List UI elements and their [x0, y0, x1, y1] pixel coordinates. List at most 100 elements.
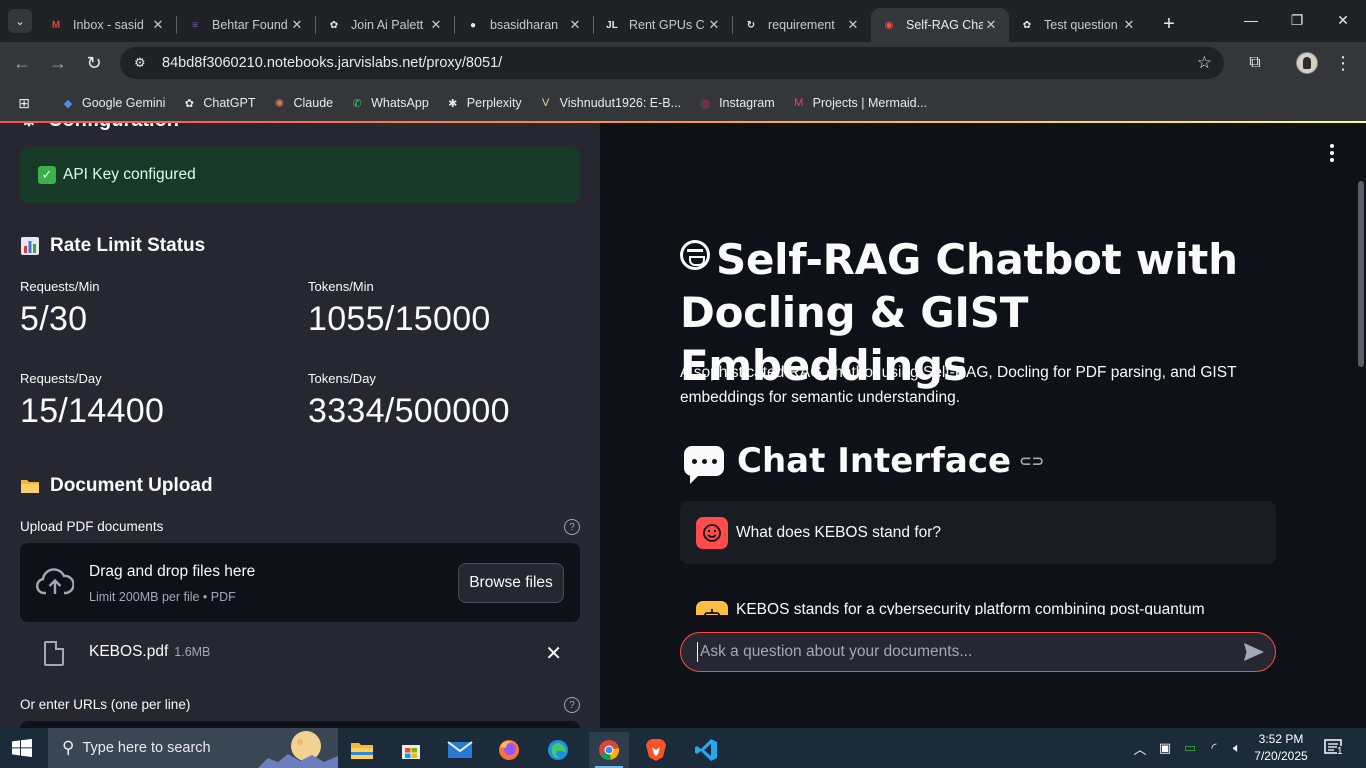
main-content: Self-RAG Chatbot with Docling & GIST Emb…	[600, 123, 1366, 728]
address-bar[interactable]: ⚙ 84bd8f3060210.notebooks.jarvislabs.net…	[120, 47, 1224, 79]
folder-icon	[20, 476, 40, 496]
metric-value: 1055/15000	[308, 300, 491, 338]
tab-close-icon[interactable]: ✕	[150, 17, 166, 33]
browser-tab[interactable]: ≡ Behtar Found ✕	[177, 8, 315, 42]
minimize-button[interactable]: —	[1228, 0, 1274, 40]
bookmark-label: Perplexity	[466, 96, 522, 110]
apps-grid-icon[interactable]: ⊞	[16, 95, 38, 111]
reload-icon[interactable]: ↻	[76, 45, 112, 81]
url-textarea[interactable]	[20, 721, 580, 728]
mail-icon[interactable]	[440, 732, 480, 768]
windows-start-icon[interactable]	[12, 739, 32, 757]
file-explorer-icon[interactable]	[342, 732, 382, 768]
mermaid-icon: M	[794, 97, 804, 109]
notification-center-icon[interactable]: 1	[1322, 728, 1346, 768]
browser-tab[interactable]: ✿ Test question ✕	[1009, 8, 1147, 42]
file-dropzone[interactable]: Drag and drop files here Limit 200MB per…	[20, 543, 580, 622]
taskbar-search-box[interactable]: ⚲ Type here to search	[48, 728, 338, 768]
close-window-button[interactable]: ✕	[1320, 0, 1366, 40]
browser-menu-icon[interactable]: ⋮	[1325, 42, 1361, 84]
chrome-icon[interactable]	[589, 732, 629, 768]
user-message-text: What does KEBOS stand for?	[736, 523, 942, 541]
bookmark-item[interactable]: ✱ Perplexity	[445, 95, 522, 111]
new-tab-button[interactable]: +	[1155, 10, 1183, 38]
extensions-icon[interactable]: ⧉	[1237, 42, 1273, 84]
profile-avatar[interactable]	[1289, 42, 1325, 84]
system-clock[interactable]: 3:52 PM 7/20/2025	[1246, 731, 1316, 765]
tab-label: Inbox - sasid	[73, 18, 144, 32]
remove-file-icon[interactable]: ✕	[545, 641, 562, 666]
bookmark-star-icon[interactable]: ☆	[1197, 53, 1212, 73]
firefox-icon[interactable]	[489, 732, 529, 768]
windows-taskbar: ⚲ Type here to search ︿ ▣ ▭ ◜ 🔈︎ 3:52 PM…	[0, 728, 1366, 768]
chat-interface-heading: Chat Interface ⊂⊃	[684, 441, 1044, 484]
bookmark-item[interactable]: ✆ WhatsApp	[349, 95, 429, 111]
browser-tab[interactable]: ◉ Self-RAG Cha ✕	[871, 8, 1009, 42]
instagram-icon: ◎	[700, 97, 710, 110]
forward-arrow-icon[interactable]: →	[40, 45, 76, 81]
tray-chevron-icon[interactable]: ︿	[1130, 728, 1150, 768]
tab-close-icon[interactable]: ✕	[289, 17, 305, 33]
tab-close-icon[interactable]: ✕	[983, 17, 999, 33]
bookmark-label: ChatGPT	[203, 96, 256, 110]
rate-limit-heading: Rate Limit Status	[20, 235, 205, 257]
chat-input[interactable]: Ask a question about your documents...	[680, 632, 1276, 672]
bookmark-list: ◆ Google Gemini ✿ ChatGPT ✺ Claude ✆ WhatsApp ✱ P…	[60, 95, 943, 111]
github-icon: ●	[469, 19, 477, 31]
tab-close-icon[interactable]: ✕	[567, 17, 583, 33]
main-scrollbar[interactable]	[1358, 181, 1364, 367]
metric-value: 15/14400	[20, 392, 165, 430]
browser-tab[interactable]: M Inbox - sasid ✕	[38, 8, 176, 42]
app-menu-icon[interactable]	[1322, 143, 1342, 163]
browse-files-button[interactable]: Browse files	[458, 563, 564, 603]
dropzone-title: Drag and drop files here	[89, 563, 256, 580]
text-caret	[697, 642, 698, 662]
battery-icon[interactable]: ▭	[1180, 728, 1200, 768]
check-icon: ✓	[38, 166, 56, 184]
site-info-icon[interactable]: ⚙	[134, 55, 152, 71]
chat-input-container: Ask a question about your documents...	[600, 615, 1366, 728]
anchor-link-icon[interactable]: ⊂⊃	[1019, 452, 1044, 470]
document-upload-heading-label: Document Upload	[50, 475, 213, 496]
help-circle-icon[interactable]: ?	[564, 697, 580, 713]
bookmark-item[interactable]: ◎ Instagram	[697, 95, 774, 111]
metric-label: Tokens/Min	[308, 279, 374, 294]
bookmark-item[interactable]: M Projects | Mermaid...	[791, 95, 927, 111]
help-circle-icon[interactable]: ?	[564, 519, 580, 535]
streamlit-icon: ◉	[884, 19, 894, 31]
tab-close-icon[interactable]: ✕	[706, 17, 722, 33]
bookmark-item[interactable]: ◆ Google Gemini	[60, 95, 166, 111]
browser-tab[interactable]: JL Rent GPUs C ✕	[594, 8, 732, 42]
tab-close-icon[interactable]: ✕	[428, 17, 444, 33]
volume-icon[interactable]: 🔈︎	[1227, 728, 1247, 768]
brave-icon[interactable]	[636, 732, 676, 768]
gear-icon: ⚙	[20, 123, 38, 131]
bookmark-label: Projects | Mermaid...	[812, 96, 928, 110]
tab-search-chevron-icon[interactable]: ⌄	[8, 9, 32, 33]
openai-icon: ✿	[329, 19, 339, 31]
wifi-icon[interactable]: ◜	[1203, 728, 1225, 768]
vscode-icon[interactable]	[686, 732, 726, 768]
vercel-icon: V	[542, 97, 550, 109]
meet-now-icon[interactable]: ▣	[1155, 728, 1175, 768]
browser-tab[interactable]: ● bsasidharan ✕	[455, 8, 593, 42]
browser-tab[interactable]: ✿ Join Ai Palett ✕	[316, 8, 454, 42]
send-icon[interactable]	[1243, 642, 1265, 662]
search-highlight-icon	[258, 731, 338, 768]
bookmark-item[interactable]: ✺ Claude	[271, 95, 333, 111]
url-input-label: Or enter URLs (one per line)	[20, 697, 191, 712]
bookmark-item[interactable]: ✿ ChatGPT	[181, 95, 256, 111]
back-arrow-icon[interactable]: ←	[4, 45, 40, 81]
address-url: 84bd8f3060210.notebooks.jarvislabs.net/p…	[162, 55, 503, 71]
user-avatar-icon	[696, 516, 728, 549]
tab-close-icon[interactable]: ✕	[845, 17, 861, 33]
tab-close-icon[interactable]: ✕	[1121, 17, 1137, 33]
browser-tab[interactable]: ↻ requirement ✕	[733, 8, 871, 42]
openai-icon: ✿	[1022, 19, 1032, 31]
edge-icon[interactable]	[538, 732, 578, 768]
tab-label: requirement	[768, 18, 835, 32]
cloud-upload-icon	[36, 568, 74, 595]
microsoft-store-icon[interactable]	[391, 732, 431, 768]
restore-button[interactable]: ❐	[1274, 0, 1320, 40]
bookmark-item[interactable]: V Vishnudut1926: E-B...	[538, 95, 681, 111]
